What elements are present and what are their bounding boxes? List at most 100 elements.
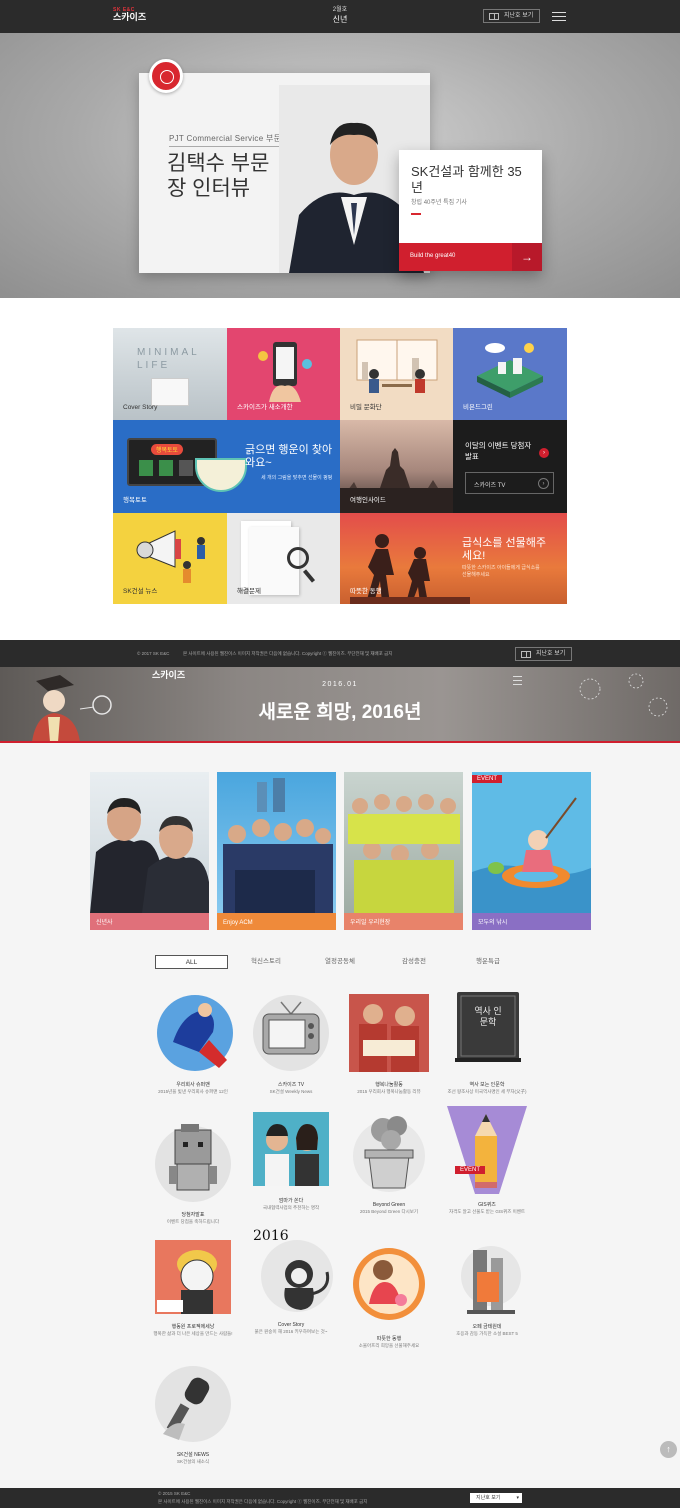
story-subtitle: 자격도 알고 선물도 받는 GIS퀴즈 이벤트 xyxy=(448,1208,526,1214)
feature-card-enjoy-acm[interactable]: Enjoy ACM xyxy=(217,772,336,930)
bowl-icon xyxy=(195,458,247,492)
feature-footer: 우리일 우리현장 xyxy=(344,913,463,930)
badge-icon xyxy=(149,59,183,93)
anniversary-card[interactable]: SK건설과 함께한 35년 창립 40주년 특집 기사 Build the gr… xyxy=(399,150,542,271)
story-book-recommend[interactable]: 오페 금테원데 호응과 감동 가득한 소설 BEST 5 xyxy=(437,1230,537,1337)
megaphone-illustration xyxy=(136,530,205,583)
event-tag: EVENT xyxy=(455,1166,486,1174)
story-subtitle: 2015 우리회사 행복나눔활동 리뷰 xyxy=(357,1088,421,1094)
story-skyz-tv[interactable]: 스카이즈 TV SK건설 Weekly News xyxy=(241,992,341,1095)
hero-section: PJT Commercial Service 부문 김택수 부문장 인터뷰 SK… xyxy=(0,33,680,298)
tile-beyond-green[interactable]: 비욘드그린 xyxy=(453,328,567,420)
story-title: GIS퀴즈 xyxy=(478,1202,496,1208)
feature-footer: 모두의 낚시 xyxy=(472,913,591,930)
story-happy-project[interactable]: 행동원 프로젝에세낭 행복한 삶과 더 나은 세상을 만드는 사람들! xyxy=(143,1230,243,1337)
story-title: 따뜻한 동행 xyxy=(376,1336,402,1342)
story-subtitle: SK건설의 새소식 xyxy=(176,1458,210,1464)
card-slot xyxy=(159,460,173,476)
story-winners[interactable]: 당첨자발표 이벤트 당첨을 축하드립니다 xyxy=(143,1110,243,1225)
story-subtitle: 호응과 감동 가득한 소설 BEST 5 xyxy=(456,1330,518,1336)
top-nav-bar: SK E&C 스카이즈 2월호 신년 지난호 보기 xyxy=(0,0,680,33)
eco-city-illustration xyxy=(477,343,543,398)
anniversary-footer[interactable]: Build the great40 → xyxy=(399,243,542,271)
footer-bar: © 2017 SK E&C 본 사이트에 사용된 웹진이스 이미지 저작권은 다… xyxy=(0,640,680,667)
family-photo xyxy=(253,1112,329,1186)
feature-label: 우리일 우리현장 xyxy=(350,920,391,926)
frame-icon xyxy=(151,378,189,406)
tile-solution[interactable]: 해결문제 xyxy=(227,513,340,604)
feature-card-our-site[interactable]: 우리일 우리현장 xyxy=(344,772,463,930)
warm-headline: 급식소를 선물해주세요! xyxy=(462,537,547,562)
prev-issue-label: 지난호 보기 xyxy=(504,13,534,19)
tile-label: 여행인사이드 xyxy=(350,497,386,504)
feature-card-fishing[interactable]: EVENT 모두의 낚시 xyxy=(472,772,591,930)
story-mom-treats[interactable]: 엄마가 쏜다 국내협력사업의 추천하는 명작 xyxy=(241,1110,341,1211)
arrow-right-icon[interactable]: → xyxy=(512,243,542,271)
story-happy-sharing[interactable]: 행복나눔활동 2015 우리회사 행복나눔활동 리뷰 xyxy=(339,992,439,1095)
issue-select[interactable]: 지난호 보기 xyxy=(470,1493,522,1503)
issue-month: 2월호 xyxy=(332,7,348,13)
warm-sub: 따뜻한 스카이즈 아이들에게 급식소를 선물해주세요 xyxy=(462,565,540,578)
story-title: 행동원 프로젝에세낭 xyxy=(171,1324,215,1330)
story-sk-news[interactable]: SK건설 NEWS SK건설의 새소식 xyxy=(143,1364,243,1465)
tile-label: Cover Story xyxy=(123,404,158,411)
chevron-right-icon[interactable]: › xyxy=(539,448,549,458)
event-results-title: 이달의 이벤트 당첨자 발표 xyxy=(465,441,532,461)
tile-travel[interactable]: 여행인사이드 xyxy=(340,420,453,513)
tab-all[interactable]: ALL xyxy=(155,955,228,969)
tile-secret-club[interactable]: 비밀 문화단 xyxy=(340,328,453,420)
scroll-top-button[interactable]: ↑ xyxy=(660,1441,677,1458)
story-cover-2016[interactable]: 2016 Cover Story 붉은 원숭이 해 2016 키우하며보는 것~ xyxy=(241,1228,341,1335)
story-title: SK건설 NEWS xyxy=(176,1452,210,1458)
story-gis-quiz[interactable]: EVENT GIS퀴즈 자격도 알고 선물도 받는 GIS퀴즈 이벤트 xyxy=(437,1106,537,1215)
tile-happy-toto[interactable]: 행복토토 긁으면 행운이 찾아와요~ 세 개의 그림을 맞추면 선물이 펑펑 행… xyxy=(113,420,340,513)
tile-warm-companion[interactable]: 급식소를 선물해주세요! 따뜻한 스카이즈 아이들에게 급식소를 선물해주세요 … xyxy=(340,513,567,604)
feature-label: 신년사 xyxy=(96,920,113,926)
story-beyond-green[interactable]: Beyond Green 2015 Beyond Green 다시보기 xyxy=(339,1110,439,1215)
story-subtitle: 조선 왕조사상 미국역사명인 세 부자(父子) xyxy=(447,1088,527,1094)
dandelion-decoration xyxy=(579,673,668,717)
tab-innovation-story[interactable]: 혁신스토리 xyxy=(234,955,298,969)
prev-issue-button[interactable]: 지난호 보기 xyxy=(515,647,573,661)
tile-sk-news[interactable]: SK건설 뉴스 xyxy=(113,513,227,604)
tile-cover-story[interactable]: MINIMAL LIFE Cover Story xyxy=(113,328,227,420)
tab-emotion-charge[interactable]: 감성충전 xyxy=(382,955,446,969)
tab-lucky-express[interactable]: 행운특급 xyxy=(456,955,520,969)
issue-title: 신년 xyxy=(332,15,348,25)
story-superman[interactable]: 우리회사 슈퍼맨 2015년을 빛낸 우리회사 슈퍼맨 12인 xyxy=(143,992,243,1095)
skyz-tv-button[interactable]: 스카이즈 TV › xyxy=(465,472,554,494)
skyz-tv-label: 스카이즈 TV xyxy=(474,483,506,489)
story-subtitle: 국내협력사업의 추천하는 명작 xyxy=(262,1204,320,1210)
site-logo[interactable]: SK E&C 스카이즈 xyxy=(113,8,146,22)
prev-issue-button[interactable]: 지난호 보기 xyxy=(483,9,541,23)
story-warm-companion[interactable]: 따뜻한 동행 소울아프리 희망을 선물해주세요 xyxy=(339,1242,439,1349)
tile-art-text: MINIMAL LIFE xyxy=(137,347,200,371)
feature-card-new-year[interactable]: 신년사 xyxy=(90,772,209,930)
logo-text: 스카이즈 xyxy=(113,12,147,22)
banner-logo: 스카이즈 xyxy=(152,671,185,680)
card-slot xyxy=(179,460,193,476)
sharing-photo xyxy=(349,994,429,1072)
menu-icon[interactable] xyxy=(552,9,566,24)
accent-dash xyxy=(411,213,421,215)
story-title: 스카이즈 TV xyxy=(277,1082,305,1088)
toto-sub: 세 개의 그림을 맞추면 선물이 펑펑 xyxy=(261,475,333,481)
tile-event-results[interactable]: 이달의 이벤트 당첨자 발표 › 스카이즈 TV › xyxy=(453,420,567,513)
story-history-humanities[interactable]: 역사 인문학 역사 보는 인문학 조선 왕조사상 미국역사명인 세 부자(父子) xyxy=(437,992,537,1095)
tab-passion-community[interactable]: 열정공동체 xyxy=(308,955,372,969)
feature-label: 모두의 낚시 xyxy=(478,920,508,926)
story-title: 행복나눔활동 xyxy=(375,1082,403,1088)
tile-label: SK건설 뉴스 xyxy=(123,588,158,595)
story-title: Cover Story xyxy=(277,1322,305,1328)
book-icon xyxy=(489,13,499,20)
factory-smoke-illustration xyxy=(353,1116,425,1192)
toto-badge: 행복토토 xyxy=(151,444,184,455)
event-tag: EVENT xyxy=(472,775,503,783)
tile-skyz-intro[interactable]: 스카이즈가 새소개한 xyxy=(227,328,340,420)
story-subtitle: 붉은 원숭이 해 2016 키우하며보는 것~ xyxy=(254,1328,328,1334)
copyright-notice: 본 사이트에 사용된 웹진이스 이미지 저작권은 다음에 없습니다. Copyr… xyxy=(158,1499,368,1504)
robot-illustration xyxy=(155,1124,231,1202)
fishing-illustration xyxy=(472,797,591,913)
interview-card[interactable]: PJT Commercial Service 부문 김택수 부문장 인터뷰 xyxy=(139,59,430,273)
copyright-text: © 2015 SK E&C xyxy=(158,1491,191,1496)
